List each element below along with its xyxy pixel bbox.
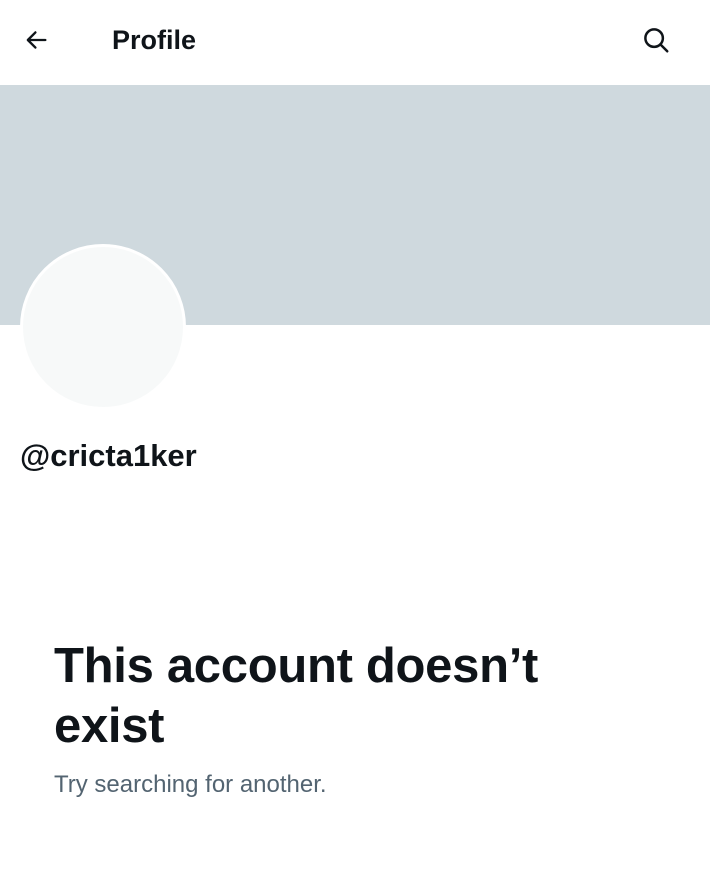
profile-handle: @cricta1ker (20, 438, 197, 473)
top-bar: Profile (0, 0, 710, 85)
profile-page: Profile @cricta1ker This account doesn’t… (0, 0, 710, 878)
empty-state-title: This account doesn’t exist (54, 639, 539, 753)
avatar (20, 244, 186, 410)
search-icon (644, 28, 669, 53)
page-title: Profile (112, 25, 197, 55)
empty-state-subtitle: Try searching for another. (54, 771, 327, 798)
search-button[interactable] (634, 20, 678, 60)
arrow-left-icon (26, 31, 47, 49)
empty-state: This account doesn’t exist Try searching… (54, 636, 654, 800)
back-button[interactable] (14, 20, 58, 60)
